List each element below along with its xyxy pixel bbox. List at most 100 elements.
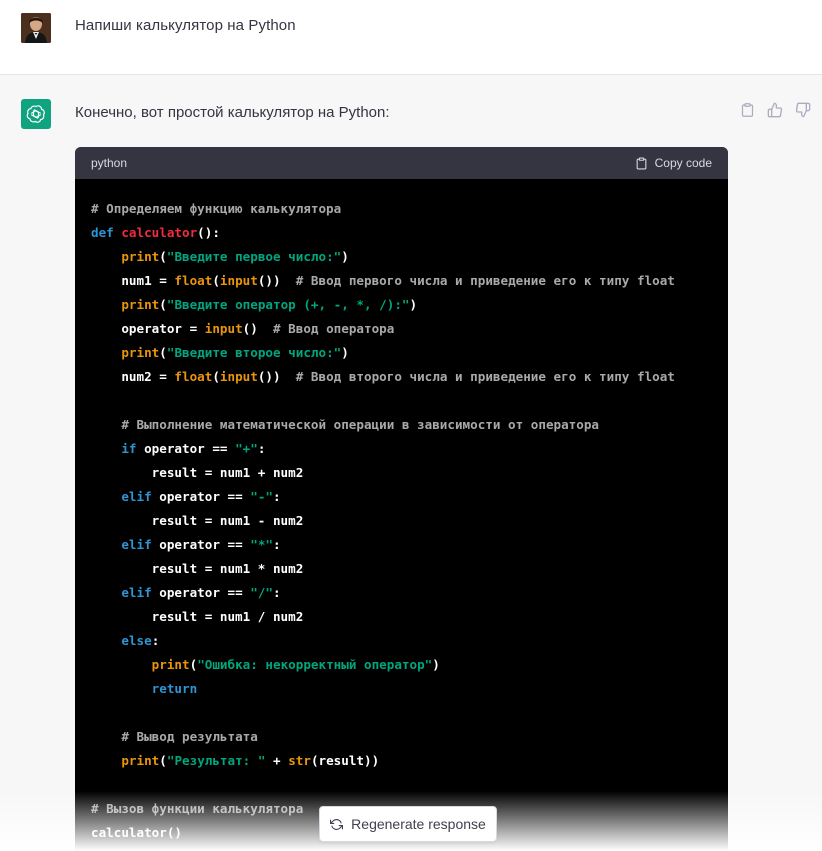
- code-token: "/": [250, 585, 274, 600]
- code-token: elif: [121, 537, 152, 552]
- code-token: +: [265, 753, 289, 768]
- copy-code-button[interactable]: Copy code: [635, 156, 712, 171]
- user-message-text: Напиши калькулятор на Python: [75, 17, 296, 34]
- code-line: elif operator == "/":: [91, 581, 712, 605]
- code-token: str: [288, 753, 311, 768]
- code-token: input: [219, 273, 258, 288]
- code-token: :: [151, 633, 160, 648]
- chat-page: Напиши калькулятор на Python Конечно, во…: [0, 0, 822, 851]
- code-token: "Результат: ": [166, 753, 266, 768]
- code-token: num1 =: [91, 273, 175, 288]
- code-line: num2 = float(input()) # Ввод второго чис…: [91, 365, 712, 389]
- code-line: # Определяем функцию калькулятора: [91, 197, 712, 221]
- code-line: elif operator == "*":: [91, 533, 712, 557]
- regenerate-label: Regenerate response: [351, 816, 486, 832]
- code-token: float: [174, 369, 213, 384]
- regenerate-response-button[interactable]: Regenerate response: [319, 806, 497, 842]
- user-message-row: Напиши калькулятор на Python: [0, 0, 822, 75]
- code-token: "-": [250, 489, 274, 504]
- code-header: python Copy code: [75, 147, 728, 179]
- code-token: (: [159, 249, 167, 264]
- code-line: elif operator == "-":: [91, 485, 712, 509]
- code-line: print("Введите второе число:"): [91, 341, 712, 365]
- code-token: # Определяем функцию калькулятора: [91, 201, 342, 216]
- code-line: result = num1 * num2: [91, 557, 712, 581]
- code-token: result = num1 * num2: [91, 561, 304, 576]
- code-token: operator ==: [151, 585, 251, 600]
- code-token: float: [174, 273, 213, 288]
- code-token: result = num1 - num2: [91, 513, 304, 528]
- code-line: def calculator():: [91, 221, 712, 245]
- code-token: (: [212, 369, 220, 384]
- code-token: return: [151, 681, 198, 696]
- code-token: print: [151, 657, 190, 672]
- code-token: # Ввод первого числа и приведение его к …: [295, 273, 675, 288]
- thumbs-down-button[interactable]: [795, 102, 811, 118]
- code-token: "Введите второе число:": [166, 345, 342, 360]
- clipboard-icon: [636, 157, 646, 169]
- code-block: python Copy code # Определяем функцию ка…: [75, 147, 728, 851]
- code-line: # Выполнение математической операции в з…: [91, 413, 712, 437]
- copy-code-label: Copy code: [654, 156, 712, 170]
- code-token: input: [219, 369, 258, 384]
- code-token: ()): [257, 369, 296, 384]
- code-token: ():: [197, 225, 220, 240]
- code-line: # Вывод результата: [91, 725, 712, 749]
- thumbs-up-icon: [767, 102, 783, 118]
- code-line: print("Результат: " + str(result)): [91, 749, 712, 773]
- code-token: # Вывод результата: [121, 729, 258, 744]
- user-photo-icon: [21, 13, 51, 43]
- code-token: print: [121, 753, 160, 768]
- code-token: operator =: [91, 321, 205, 336]
- code-token: result = num1 / num2: [91, 609, 304, 624]
- code-token: (: [212, 273, 220, 288]
- thumbs-up-button[interactable]: [767, 102, 783, 118]
- assistant-message-row: Конечно, вот простой калькулятор на Pyth…: [0, 75, 822, 851]
- clipboard-icon: [741, 103, 753, 117]
- assistant-message-text: Конечно, вот простой калькулятор на Pyth…: [75, 104, 390, 121]
- code-token: "+": [235, 441, 258, 456]
- code-token: "Введите оператор (+, -, *, /):": [166, 297, 410, 312]
- code-token: ): [432, 657, 440, 672]
- code-line: if operator == "+":: [91, 437, 712, 461]
- code-token: input: [204, 321, 243, 336]
- code-token: print: [121, 297, 160, 312]
- user-avatar: [21, 13, 51, 43]
- code-token: (: [159, 345, 167, 360]
- code-line: num1 = float(input()) # Ввод первого чис…: [91, 269, 712, 293]
- code-token: ): [341, 249, 349, 264]
- openai-logo-icon: [26, 105, 45, 123]
- refresh-icon: [330, 818, 344, 830]
- code-line: result = num1 - num2: [91, 509, 712, 533]
- code-token: ): [341, 345, 349, 360]
- code-token: operator ==: [151, 537, 251, 552]
- code-token: ()): [257, 273, 296, 288]
- code-line: print("Введите оператор (+, -, *, /):"): [91, 293, 712, 317]
- code-token: (: [159, 297, 167, 312]
- code-token: # Вызов функции калькулятора: [91, 801, 304, 816]
- code-line: return: [91, 677, 712, 701]
- code-token: operator ==: [136, 441, 236, 456]
- code-token: (: [159, 753, 167, 768]
- code-token: "Введите первое число:": [166, 249, 342, 264]
- code-token: :: [273, 537, 281, 552]
- code-token: "*": [250, 537, 274, 552]
- code-token: else: [121, 633, 152, 648]
- code-line: result = num1 / num2: [91, 605, 712, 629]
- code-token: ): [409, 297, 418, 312]
- code-line: operator = input() # Ввод оператора: [91, 317, 712, 341]
- code-language-label: python: [91, 156, 128, 170]
- copy-message-button[interactable]: [739, 102, 755, 118]
